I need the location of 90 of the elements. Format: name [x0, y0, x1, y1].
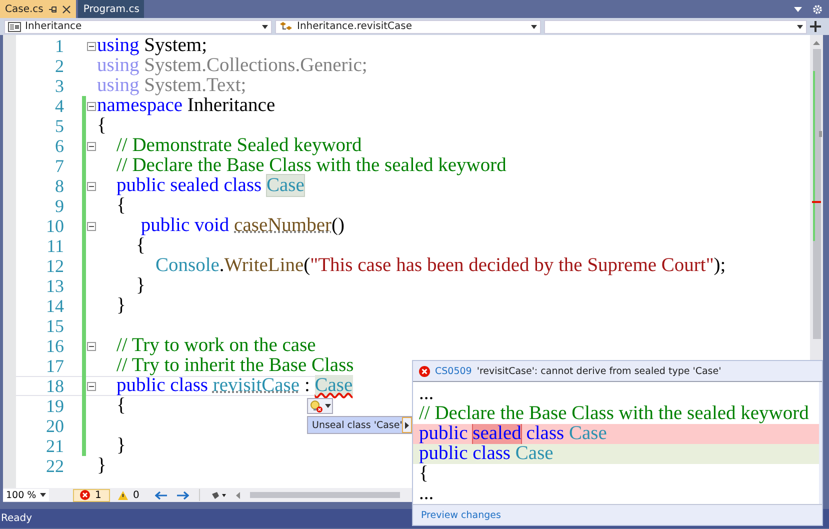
line-number: 9 — [54, 196, 64, 216]
preview-changes-link[interactable]: Preview changes — [421, 510, 501, 520]
dropdown-arrow-icon[interactable] — [531, 24, 537, 28]
line-number: 1 — [54, 36, 64, 56]
code-line: // Try to inherit the Base Class — [116, 355, 354, 377]
code-line: { — [135, 235, 146, 257]
code-line: } — [116, 435, 126, 457]
dropdown-arrow-icon[interactable] — [262, 24, 268, 28]
project-dropdown[interactable]: Inheritance — [4, 20, 272, 34]
code-line: public class revisitCase : Case — [116, 375, 353, 397]
member-dropdown[interactable]: Inheritance.revisitCase — [275, 20, 541, 34]
code-line: { — [418, 464, 430, 484]
code-line: // Declare the Base Class with the sealed keyword — [418, 404, 810, 424]
code-line: ... — [418, 484, 435, 504]
code-line: using System; — [96, 35, 207, 57]
line-number: 11 — [46, 236, 64, 256]
error-count-button[interactable]: 1 — [73, 488, 110, 502]
code-line: using System.Collections.Generic; — [96, 55, 368, 77]
line-number: 19 — [45, 396, 64, 416]
csharp-file-icon — [8, 22, 21, 32]
line-number: 16 — [45, 336, 64, 356]
line-number: 21 — [45, 436, 64, 456]
collapse-icon[interactable] — [87, 142, 96, 150]
lightbulb-error-icon — [310, 400, 322, 412]
code-line: { — [116, 395, 126, 417]
line-number: 5 — [54, 116, 64, 136]
line-number: 7 — [54, 156, 64, 176]
code-line: Console.WriteLine("This case has been decided by the Supreme Court"); — [154, 255, 726, 277]
close-icon[interactable] — [62, 4, 72, 14]
file-tab[interactable]: Case.cs — [0, 0, 76, 18]
collapse-icon[interactable] — [87, 182, 96, 190]
quick-actions-button[interactable] — [307, 398, 333, 414]
line-number: 8 — [54, 176, 64, 196]
collapse-icon[interactable] — [87, 342, 96, 350]
line-number: 13 — [45, 276, 64, 296]
collapse-icon[interactable] — [87, 102, 96, 110]
error-icon — [80, 490, 90, 500]
split-window-icon[interactable] — [810, 21, 821, 32]
status-text: Ready — [1, 513, 32, 524]
code-line: public void caseNumber() — [140, 215, 344, 237]
line-number: 14 — [45, 296, 64, 316]
line-number: 3 — [54, 76, 64, 96]
code-line: // Demonstrate Sealed keyword — [116, 135, 362, 157]
code-line: // Try to work on the case — [116, 335, 316, 357]
line-number: 18 — [45, 376, 64, 396]
code-line: } — [96, 455, 106, 477]
line-number: 4 — [54, 96, 64, 116]
code-line: ... — [418, 384, 435, 404]
scroll-left-icon[interactable] — [236, 492, 240, 498]
code-line: public sealed class Case — [116, 175, 304, 197]
line-number: 17 — [45, 356, 64, 376]
dropdown-arrow-icon[interactable] — [40, 493, 46, 497]
collapse-icon[interactable] — [87, 382, 96, 390]
code-line: { — [96, 115, 106, 137]
warning-count-button[interactable]: 0 — [112, 488, 146, 502]
submenu-arrow-icon — [405, 422, 410, 428]
horizontal-scrollbar[interactable] — [250, 492, 400, 498]
collapse-icon[interactable] — [87, 222, 96, 230]
code-line: using System.Text; — [96, 75, 246, 97]
quick-action-menu-item[interactable]: Unseal class 'Case' — [307, 416, 413, 434]
submenu-button[interactable] — [402, 417, 412, 433]
code-line: } — [135, 275, 146, 297]
error-icon — [419, 366, 430, 376]
error-message: 'revisitCase': cannot derive from sealed type 'Case' — [476, 366, 722, 376]
line-number: 10 — [45, 216, 64, 236]
back-arrow-icon[interactable] — [155, 490, 168, 500]
collapse-icon[interactable] — [87, 42, 96, 50]
error-code-link[interactable]: CS0509 — [435, 366, 472, 376]
line-number: 15 — [45, 316, 64, 336]
class-icon — [279, 21, 293, 32]
pin-icon[interactable] — [48, 4, 58, 14]
zoom-dropdown[interactable]: 100 % — [3, 489, 49, 501]
code-line: } — [116, 295, 126, 317]
line-number: 22 — [45, 456, 64, 476]
line-number: 6 — [54, 136, 64, 156]
dropdown-arrow-icon[interactable] — [324, 404, 330, 408]
forward-arrow-icon[interactable] — [177, 490, 190, 500]
warning-icon — [118, 490, 128, 500]
scroll-thumb[interactable] — [818, 131, 822, 137]
dropdown-arrow-icon[interactable] — [797, 24, 803, 28]
scroll-up-icon[interactable] — [813, 41, 820, 45]
line-number: 12 — [45, 256, 64, 276]
code-line: namespace Inheritance — [96, 95, 276, 117]
line-number: 20 — [45, 416, 64, 436]
code-line: // Declare the Base Class with the sealed keyword — [116, 155, 506, 177]
line-number: 2 — [54, 56, 64, 76]
settings-icon[interactable] — [812, 4, 823, 14]
code-line: { — [116, 195, 126, 217]
file-tab[interactable]: Program.cs — [78, 0, 144, 18]
error-overview-marker — [812, 201, 820, 203]
